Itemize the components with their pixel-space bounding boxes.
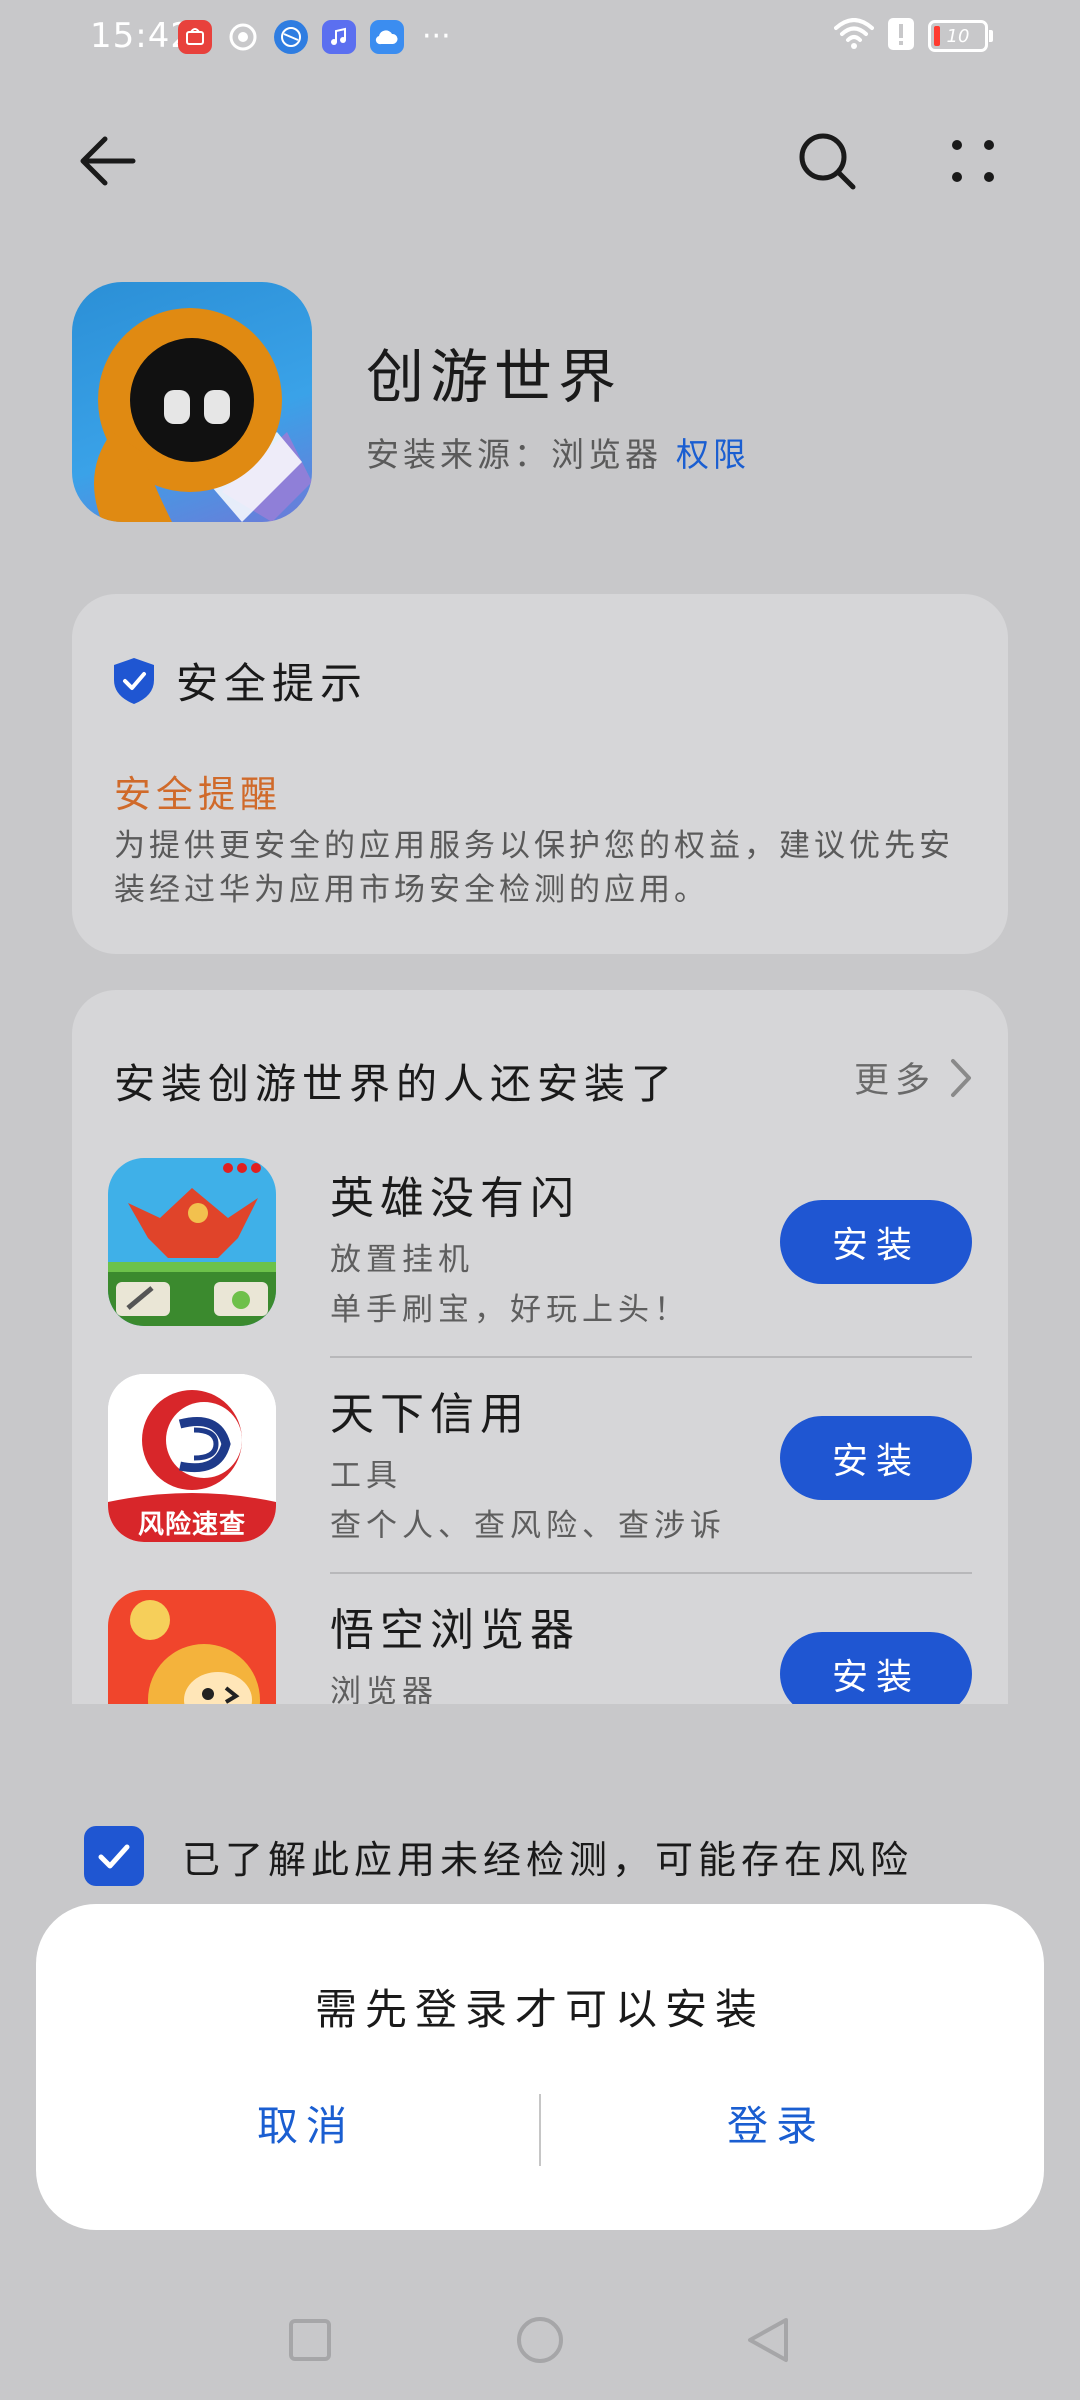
install-button[interactable]: 安装 <box>780 1632 972 1704</box>
also-installed-card: 安装创游世界的人还安装了 更多 英雄没有闪 放置挂机 单手刷宝，好玩上头！ 安装… <box>72 990 1008 1704</box>
app-icon <box>72 282 312 522</box>
security-title: 安全提示 <box>176 659 369 708</box>
risk-acknowledge-row[interactable]: 已了解此应用未经检测，可能存在风险 <box>84 1826 913 1886</box>
install-button[interactable]: 安装 <box>780 1416 972 1500</box>
security-body: 为提供更安全的应用服务以保护您的权益，建议优先安装经过华为应用市场安全检测的应用… <box>114 828 954 908</box>
app-item-category: 浏览器 <box>330 1674 438 1704</box>
alert-icon <box>888 18 914 54</box>
login-required-dialog: 需先登录才可以安装 取消 登录 <box>36 1904 1044 2230</box>
install-source-label: 安装来源：浏览器 <box>366 435 662 474</box>
app-name: 创游世界 <box>366 343 623 411</box>
status-more-icon: ··· <box>422 19 451 54</box>
four-dots-icon <box>952 140 994 182</box>
app-item-name: 悟空浏览器 <box>330 1605 580 1656</box>
security-subtitle: 安全提醒 <box>114 773 282 816</box>
credit-icon-text: 风险速查 <box>137 1510 246 1540</box>
shield-check-icon <box>114 657 154 704</box>
home-button[interactable] <box>510 2310 570 2370</box>
divider <box>330 1572 972 1574</box>
cancel-button[interactable]: 取消 <box>72 2080 540 2164</box>
risk-checkbox[interactable] <box>84 1826 144 1886</box>
navigation-bar <box>0 2300 1080 2380</box>
security-header: 安全提示 <box>114 650 368 711</box>
credit-check-icon: 风险速查 <box>108 1374 276 1542</box>
list-item[interactable]: 英雄没有闪 放置挂机 单手刷宝，好玩上头！ 安装 <box>108 1158 972 1374</box>
browser-icon <box>274 20 308 54</box>
status-notification-icons: ··· <box>178 20 451 54</box>
app-item-name: 英雄没有闪 <box>330 1173 580 1224</box>
risk-text: 已了解此应用未经检测，可能存在风险 <box>182 1837 914 1882</box>
back-button[interactable] <box>62 116 152 206</box>
square-icon <box>289 2319 331 2361</box>
more-options-button[interactable] <box>928 116 1018 206</box>
list-item[interactable]: 悟空浏览器 浏览器 安装 <box>108 1572 972 1704</box>
dialog-message: 需先登录才可以安装 <box>314 1985 765 2034</box>
more-link[interactable]: 更多 <box>854 1052 972 1103</box>
search-icon <box>799 133 856 190</box>
app-item-name: 天下信用 <box>330 1389 530 1440</box>
search-button[interactable] <box>782 116 872 206</box>
app-item-description: 查个人、查风险、查涉诉 <box>330 1508 726 1544</box>
also-installed-title: 安装创游世界的人还安装了 <box>114 1060 678 1108</box>
list-item[interactable]: 风险速查 天下信用 工具 查个人、查风险、查涉诉 安装 <box>108 1356 972 1590</box>
wukong-browser-icon <box>108 1590 276 1704</box>
permission-link[interactable]: 权限 <box>676 435 750 474</box>
more-label: 更多 <box>853 1061 936 1101</box>
app-item-category: 放置挂机 <box>330 1242 474 1278</box>
back-nav-button[interactable] <box>738 2310 798 2370</box>
status-system-icons: 10 <box>834 18 993 54</box>
battery-icon: 10 <box>928 20 993 52</box>
recents-button[interactable] <box>280 2310 340 2370</box>
camera-icon <box>226 20 260 54</box>
login-button[interactable]: 登录 <box>542 2080 1010 2164</box>
music-icon <box>322 20 356 54</box>
dialog-divider <box>539 2094 541 2166</box>
wifi-icon <box>834 18 874 54</box>
chevron-right-icon <box>951 1058 971 1097</box>
circle-icon <box>517 2317 563 2363</box>
app-source-row: 安装来源：浏览器 权限 <box>366 428 750 476</box>
dragon-game-icon <box>108 1158 276 1326</box>
checkmark-icon <box>98 1844 130 1869</box>
app-item-category: 工具 <box>330 1458 402 1494</box>
triangle-back-icon <box>748 2318 788 2362</box>
divider <box>330 1356 972 1358</box>
back-arrow-icon <box>80 136 136 186</box>
battery-level: 10 <box>946 25 970 47</box>
huawei-store-icon <box>178 20 212 54</box>
app-item-description: 单手刷宝，好玩上头！ <box>330 1292 690 1328</box>
cloud-icon <box>370 20 404 54</box>
install-button[interactable]: 安装 <box>780 1200 972 1284</box>
